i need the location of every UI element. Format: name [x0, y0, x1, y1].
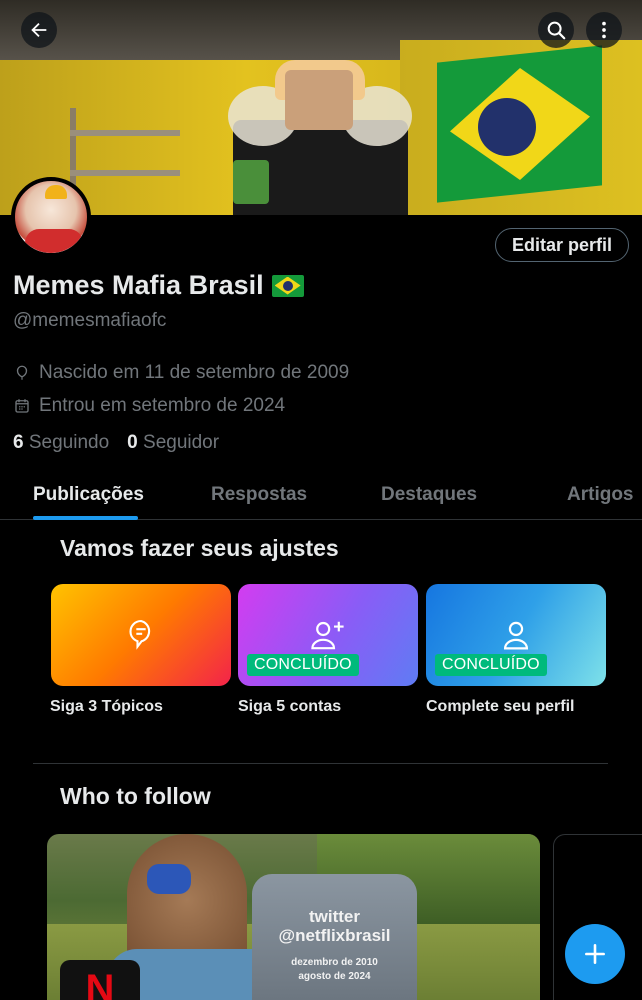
more-vertical-icon: [602, 21, 606, 39]
plus-icon: [585, 944, 605, 964]
profile-tabs: Publicações Respostas Destaques Artigos: [0, 470, 642, 520]
brazil-flag-icon: [271, 274, 304, 297]
avatar[interactable]: [11, 177, 91, 257]
tab-destaques[interactable]: Destaques: [381, 484, 477, 506]
tombstone-image: twitter @netflixbrasil dezembro de 2010 …: [252, 874, 417, 1000]
search-icon: [547, 21, 566, 40]
tombstone-line3: dezembro de 2010: [291, 957, 378, 968]
following-link[interactable]: 6 Seguindo: [13, 432, 109, 454]
following-count: 6: [13, 432, 24, 453]
balloon-icon: [16, 365, 28, 380]
setup-card-topics-label: Siga 3 Tópicos: [50, 698, 163, 715]
setup-title: Vamos fazer seus ajustes: [60, 535, 339, 561]
join-date: Entrou em setembro de 2024: [13, 395, 285, 417]
edit-profile-button[interactable]: Editar perfil: [495, 228, 629, 262]
setup-card-profile-label: Complete seu perfil: [426, 698, 575, 715]
join-date-text: Entrou em setembro de 2024: [39, 395, 286, 416]
tombstone-line2: @netflixbrasil: [278, 926, 391, 945]
setup-card-topics[interactable]: [51, 584, 231, 686]
tab-artigos[interactable]: Artigos: [567, 484, 634, 506]
setup-card-follow[interactable]: CONCLUÍDO: [238, 584, 418, 686]
banner-shelf: [70, 108, 180, 208]
banner-flag-circle: [478, 98, 536, 156]
banner-cup: [233, 160, 269, 204]
profile-name: Memes Mafia Brasil: [13, 270, 304, 301]
topic-bubble-icon: [129, 619, 151, 650]
person-add-icon: [311, 621, 344, 650]
tombstone-line1: twitter: [309, 907, 360, 926]
search-button[interactable]: [538, 12, 574, 48]
completed-badge: CONCLUÍDO: [247, 654, 359, 676]
setup-card-profile[interactable]: CONCLUÍDO: [426, 584, 606, 686]
follow-suggestion-card[interactable]: twitter @netflixbrasil dezembro de 2010 …: [47, 834, 540, 1000]
who-to-follow-title: Who to follow: [60, 783, 211, 809]
tab-respostas[interactable]: Respostas: [211, 484, 307, 506]
tombstone-line4: agosto de 2024: [298, 971, 371, 982]
banner-shelf-bar: [70, 130, 180, 136]
tab-active-indicator: [33, 516, 138, 520]
banner-shelf-bar: [70, 170, 180, 176]
profile-handle: @memesmafiaofc: [13, 310, 167, 331]
following-label: Seguindo: [28, 432, 110, 453]
calendar-icon: [15, 399, 29, 413]
follow-stats: 6 Seguindo 0 Seguidor: [13, 432, 219, 454]
profile-name-text: Memes Mafia Brasil: [13, 270, 264, 300]
compose-button[interactable]: [565, 924, 625, 984]
followers-link[interactable]: 0 Seguidor: [127, 432, 219, 454]
more-button[interactable]: [586, 12, 622, 48]
person-icon: [503, 621, 529, 650]
followers-label: Seguidor: [143, 432, 220, 453]
back-button[interactable]: [21, 12, 57, 48]
arrow-left-icon: [31, 22, 47, 38]
card-image-scrunchie: [147, 864, 191, 894]
avatar-shirt: [25, 229, 83, 253]
avatar-hat: [45, 185, 67, 199]
setup-card-follow-label: Siga 5 contas: [238, 698, 342, 715]
banner-character-head: [285, 70, 353, 130]
followers-count: 0: [127, 432, 138, 453]
section-divider: [33, 763, 608, 764]
birth-date: Nascido em 11 de setembro de 2009: [13, 362, 349, 384]
birth-date-text: Nascido em 11 de setembro de 2009: [39, 362, 350, 383]
completed-badge: CONCLUÍDO: [435, 654, 547, 676]
netflix-logo: N: [60, 960, 140, 1000]
tab-publicacoes[interactable]: Publicações: [33, 484, 144, 506]
